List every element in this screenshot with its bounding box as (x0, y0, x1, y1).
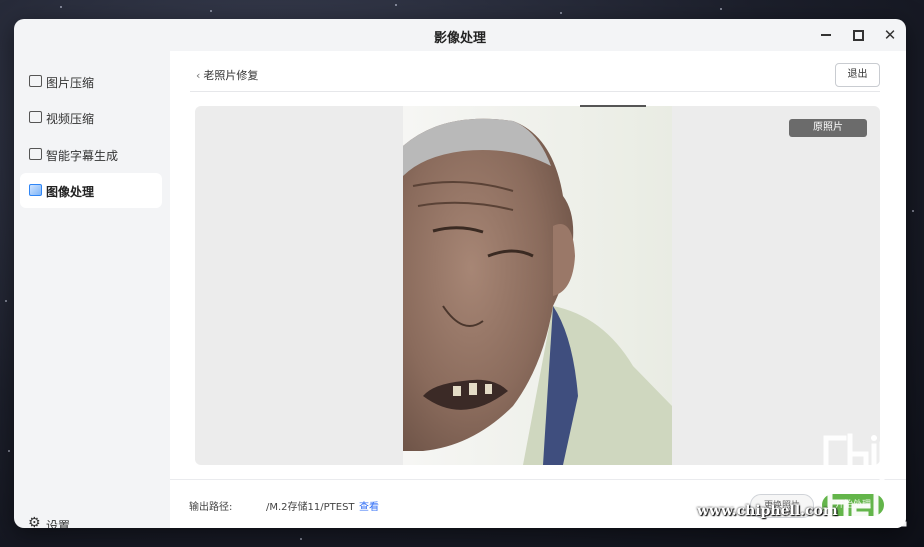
sidebar-item-subtitle[interactable]: 智能字幕生成 (20, 137, 162, 172)
photo (403, 106, 672, 465)
sidebar-item-label: 图像处理 (46, 185, 95, 199)
back-button[interactable]: ‹ 老照片修复 (196, 67, 258, 83)
photo-top-edge (580, 105, 646, 107)
sidebar: 图片压缩 视频压缩 智能字幕生成 图像处理 ⚙ 设置 (14, 51, 170, 528)
watermark-text: www.chiphell.com (697, 503, 838, 519)
minimize-button[interactable] (816, 25, 836, 45)
sidebar-item-label: 图片压缩 (46, 76, 95, 90)
original-photo-badge: 原照片 (789, 119, 867, 137)
header-divider (190, 91, 880, 92)
view-output-link[interactable]: 查看 (359, 498, 379, 513)
gear-icon: ⚙ (28, 515, 41, 528)
settings-button[interactable]: ⚙ 设置 (20, 513, 120, 528)
close-button[interactable]: ✕ (880, 25, 900, 45)
subtitle-icon (29, 148, 42, 160)
exit-button[interactable]: 退出 (835, 63, 880, 87)
sidebar-item-label: 视频压缩 (46, 112, 95, 126)
window-title: 影像处理 (433, 31, 486, 46)
image-compress-icon (29, 75, 42, 87)
title-bar: 影像处理 ✕ (14, 19, 906, 51)
portrait-image (403, 106, 672, 465)
sidebar-item-video-compress[interactable]: 视频压缩 (20, 100, 162, 135)
image-process-icon (29, 184, 42, 196)
chevron-left-icon: ‹ (196, 69, 201, 82)
maximize-button[interactable] (848, 25, 868, 45)
settings-label: 设置 (46, 519, 71, 528)
sidebar-item-label: 智能字幕生成 (46, 149, 119, 163)
image-preview: 原照片 (195, 106, 880, 465)
video-compress-icon (29, 111, 42, 123)
sidebar-item-image-compress[interactable]: 图片压缩 (20, 64, 162, 99)
output-path-label: 输出路径: (189, 502, 233, 513)
app-window: 影像处理 ✕ 图片压缩 视频压缩 智能字幕生成 图像处理 ⚙ 设置 ‹ 老照片修复 (14, 19, 906, 528)
footer-divider (170, 479, 906, 480)
main-content: ‹ 老照片修复 退出 原照片 输出路径: /M.2存储11/PTEST 查看 更… (170, 51, 906, 528)
page-title: 老照片修复 (203, 69, 259, 82)
output-path-value: /M.2存储11/PTEST (266, 502, 355, 513)
sidebar-item-image-process[interactable]: 图像处理 (20, 173, 162, 208)
chiphell-logo (823, 433, 907, 527)
